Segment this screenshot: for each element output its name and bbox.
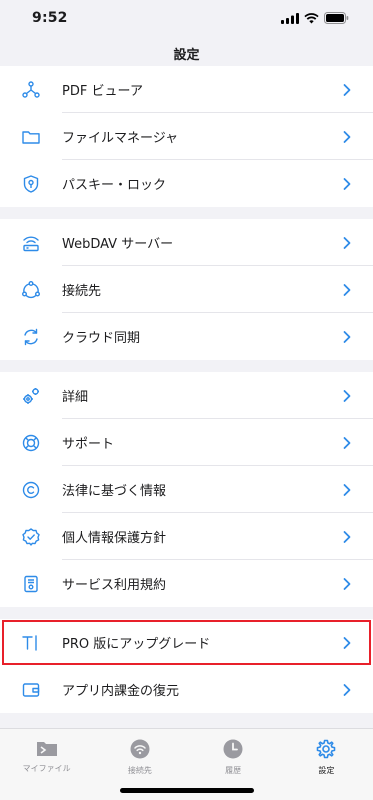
chevron-right-icon [343, 283, 351, 296]
settings-row-label: サービス利用規約 [62, 578, 167, 593]
privacy-badge-icon [21, 527, 41, 547]
tab-my-files[interactable]: マイファイル [0, 729, 93, 800]
settings-row-label: 詳細 [62, 390, 89, 405]
settings-row-terms-of-service[interactable]: サービス利用規約 [0, 560, 373, 607]
settings-row-label: ファイルマネージャ [62, 131, 179, 146]
chevron-right-icon [343, 177, 351, 190]
group-spacer [0, 607, 373, 619]
group-spacer [0, 207, 373, 219]
tab-label: 履歴 [225, 766, 242, 775]
settings-row-connections[interactable]: 接続先 [0, 266, 373, 313]
status-icons [281, 12, 349, 24]
chevron-right-icon [343, 577, 351, 590]
settings-row-label: 個人情報保護方針 [62, 531, 167, 546]
home-indicator[interactable] [120, 788, 254, 793]
terms-document-icon [21, 574, 41, 594]
settings-row-webdav-server[interactable]: WebDAV サーバー [0, 219, 373, 266]
wifi-server-icon [21, 233, 41, 253]
tab-label: 設定 [318, 766, 335, 775]
wifi-icon [304, 12, 319, 23]
chevron-right-icon [343, 330, 351, 343]
settings-row-label: 法律に基づく情報 [62, 484, 167, 499]
chevron-right-icon [343, 236, 351, 249]
settings-gear-icon [317, 739, 336, 759]
settings-group-purchase: PRO 版にアップグレード アプリ内課金の復元 [0, 619, 373, 713]
settings-row-label: クラウド同期 [62, 331, 141, 346]
settings-row-label: 接続先 [62, 284, 102, 299]
chevron-right-icon [343, 483, 351, 496]
group-spacer [0, 360, 373, 372]
settings-row-label: WebDAV サーバー [62, 237, 174, 252]
settings-row-upgrade-pro[interactable]: PRO 版にアップグレード [0, 619, 373, 666]
tab-settings[interactable]: 設定 [280, 729, 373, 800]
page-title: 設定 [173, 48, 200, 63]
folder-icon [21, 127, 41, 147]
connections-icon [21, 280, 41, 300]
settings-row-label: アプリ内課金の復元 [62, 684, 180, 699]
copyright-icon [21, 480, 41, 500]
cellular-signal-icon [281, 12, 299, 24]
chevron-right-icon [343, 130, 351, 143]
settings-group-general: PDF ビューア ファイルマネージャ パスキー・ロック [0, 66, 373, 207]
settings-row-label: サポート [62, 437, 115, 452]
settings-row-restore-purchases[interactable]: アプリ内課金の復元 [0, 666, 373, 713]
chevron-right-icon [343, 389, 351, 402]
connections-tab-icon [130, 739, 150, 759]
history-clock-icon [223, 739, 243, 759]
lifebuoy-icon [21, 433, 41, 453]
tab-label: 接続先 [127, 766, 152, 775]
settings-row-pdf-viewer[interactable]: PDF ビューア [0, 66, 373, 113]
settings-list: PDF ビューア ファイルマネージャ パスキー・ロック WebDAV サーバー … [0, 66, 373, 713]
my-files-icon [36, 742, 57, 756]
tab-label: マイファイル [22, 764, 71, 773]
settings-group-network: WebDAV サーバー 接続先 クラウド同期 [0, 219, 373, 360]
settings-row-label: パスキー・ロック [62, 178, 167, 193]
settings-row-cloud-sync[interactable]: クラウド同期 [0, 313, 373, 360]
settings-row-support[interactable]: サポート [0, 419, 373, 466]
gears-icon [21, 386, 41, 406]
wallet-icon [21, 680, 41, 700]
pdf-viewer-icon [21, 80, 41, 100]
settings-row-details[interactable]: 詳細 [0, 372, 373, 419]
battery-icon [324, 12, 349, 24]
sync-icon [21, 327, 41, 347]
chevron-right-icon [343, 530, 351, 543]
chevron-right-icon [343, 683, 351, 696]
settings-row-privacy-policy[interactable]: 個人情報保護方針 [0, 513, 373, 560]
chevron-right-icon [343, 636, 351, 649]
settings-row-passkey-lock[interactable]: パスキー・ロック [0, 160, 373, 207]
chevron-right-icon [343, 436, 351, 449]
settings-group-info: 詳細 サポート 法律に基づく情報 個人情報保護方針 サービス利用規約 [0, 372, 373, 607]
settings-row-label: PDF ビューア [62, 84, 143, 99]
settings-row-label: PRO 版にアップグレード [62, 637, 211, 652]
chevron-right-icon [343, 83, 351, 96]
settings-row-legal-info[interactable]: 法律に基づく情報 [0, 466, 373, 513]
status-bar: 9:52 [0, 0, 373, 36]
settings-row-file-manager[interactable]: ファイルマネージャ [0, 113, 373, 160]
shield-key-icon [21, 174, 41, 194]
text-cursor-icon [21, 633, 41, 653]
status-time: 9:52 [32, 10, 68, 26]
